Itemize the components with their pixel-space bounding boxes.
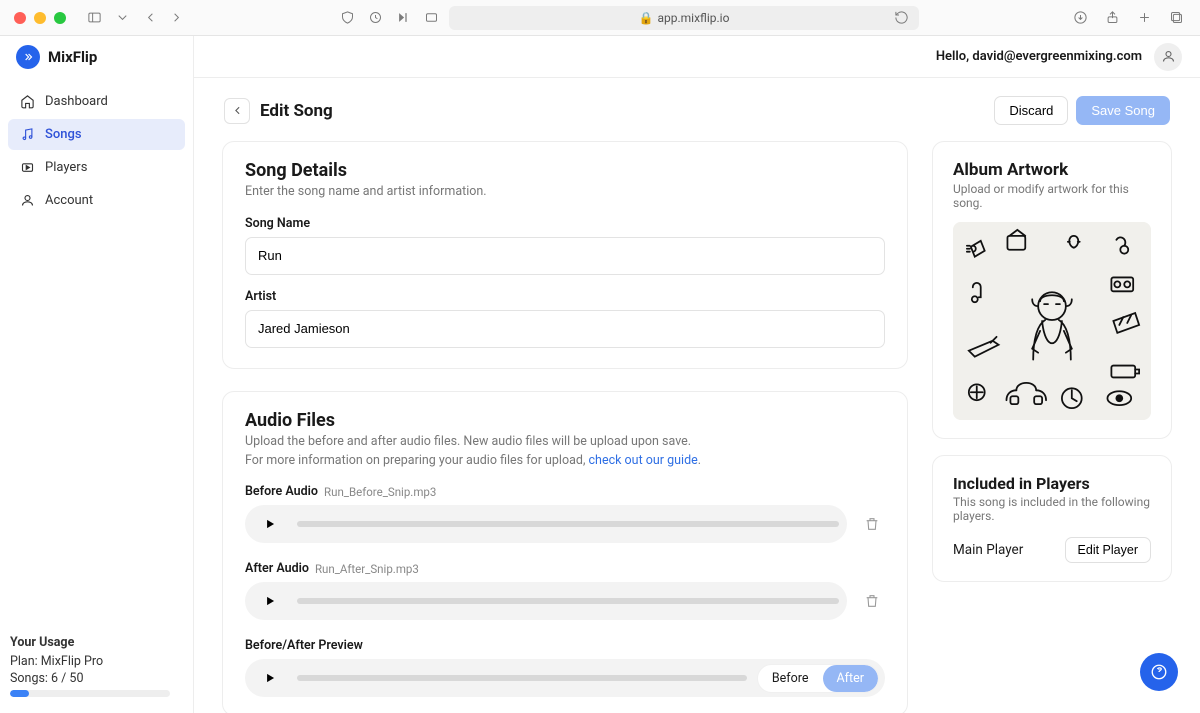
before-audio-label: Before Audio Run_Before_Snip.mp3: [245, 484, 885, 499]
page-title: Edit Song: [260, 101, 333, 121]
refresh-icon[interactable]: [891, 8, 911, 28]
field-label-artist: Artist: [245, 289, 885, 304]
card-heading: Song Details: [245, 160, 885, 181]
song-details-card: Song Details Enter the song name and art…: [222, 141, 908, 369]
share-icon[interactable]: [1102, 8, 1122, 28]
discard-button[interactable]: Discard: [994, 96, 1068, 125]
browser-chrome: 🔒 app.mixflip.io: [0, 0, 1200, 36]
artwork-card: Album Artwork Upload or modify artwork f…: [932, 141, 1172, 439]
toggle-after[interactable]: After: [823, 665, 878, 692]
lock-icon: 🔒: [639, 11, 654, 25]
before-delete[interactable]: [859, 511, 885, 537]
brand: MixFlip: [48, 48, 97, 66]
before-after-toggle: Before After: [757, 664, 879, 693]
logo-icon: [16, 45, 40, 69]
card-sub: This song is included in the following p…: [953, 495, 1151, 523]
artwork-image[interactable]: [953, 222, 1151, 420]
usage-songs: Songs: 6 / 50: [10, 671, 183, 686]
save-button[interactable]: Save Song: [1076, 96, 1170, 125]
main: Hello, david@evergreenmixing.com Edit So…: [194, 36, 1200, 713]
nav-account[interactable]: Account: [8, 185, 185, 216]
before-file: Run_Before_Snip.mp3: [324, 485, 436, 499]
topbar: Hello, david@evergreenmixing.com: [194, 36, 1200, 78]
sidebar-toggle-icon[interactable]: [84, 8, 104, 28]
nav-label: Account: [45, 193, 93, 208]
logo[interactable]: MixFlip: [0, 36, 193, 78]
nav-label: Players: [45, 160, 87, 175]
back-button[interactable]: [224, 98, 250, 124]
player-name: Main Player: [953, 542, 1023, 558]
after-track[interactable]: [297, 598, 839, 604]
after-player: [245, 582, 847, 620]
download-icon[interactable]: [1070, 8, 1090, 28]
usage-bar: [10, 690, 170, 697]
usage-fill: [10, 690, 29, 697]
after-play-button[interactable]: [253, 584, 287, 618]
usage-title: Your Usage: [10, 635, 183, 650]
url-host: app.mixflip.io: [657, 11, 729, 25]
nav-players[interactable]: Players: [8, 152, 185, 183]
card-heading: Album Artwork: [953, 160, 1151, 180]
before-player: [245, 505, 847, 543]
preview-play-button[interactable]: [253, 661, 287, 695]
card-sub: Enter the song name and artist informati…: [245, 183, 885, 202]
address-bar[interactable]: 🔒 app.mixflip.io: [449, 6, 919, 30]
guide-link[interactable]: check out our guide: [589, 453, 698, 468]
shield-icon[interactable]: [337, 8, 357, 28]
song-name-input[interactable]: [245, 237, 885, 275]
chevron-down-icon[interactable]: [112, 8, 132, 28]
preview-track[interactable]: [297, 675, 747, 681]
player-row: Main Player Edit Player: [953, 537, 1151, 563]
card-heading: Audio Files: [245, 410, 885, 431]
nav-dashboard[interactable]: Dashboard: [8, 86, 185, 117]
textsize-icon[interactable]: [421, 8, 441, 28]
tabs-icon[interactable]: [1166, 8, 1186, 28]
window-minimize[interactable]: [34, 12, 46, 24]
nav-label: Songs: [45, 127, 82, 142]
card-heading: Included in Players: [953, 474, 1151, 493]
help-fab[interactable]: [1140, 653, 1178, 691]
back-icon[interactable]: [140, 8, 160, 28]
card-sub: Upload or modify artwork for this song.: [953, 182, 1151, 210]
players-card: Included in Players This song is include…: [932, 455, 1172, 582]
avatar[interactable]: [1154, 43, 1182, 71]
artist-input[interactable]: [245, 310, 885, 348]
edit-player-button[interactable]: Edit Player: [1065, 537, 1151, 563]
audio-files-card: Audio Files Upload the before and after …: [222, 391, 908, 713]
after-audio-label: After Audio Run_After_Snip.mp3: [245, 561, 885, 576]
nav-label: Dashboard: [45, 94, 108, 109]
preview-player: Before After: [245, 659, 885, 697]
usage-plan: Plan: MixFlip Pro: [10, 654, 183, 669]
reader-icon[interactable]: [365, 8, 385, 28]
nav: Dashboard Songs Players Account: [0, 78, 193, 224]
nav-songs[interactable]: Songs: [8, 119, 185, 150]
before-play-button[interactable]: [253, 507, 287, 541]
play-skip-icon[interactable]: [393, 8, 413, 28]
forward-icon[interactable]: [166, 8, 186, 28]
before-track[interactable]: [297, 521, 839, 527]
window-zoom[interactable]: [54, 12, 66, 24]
preview-label: Before/After Preview: [245, 638, 885, 653]
after-delete[interactable]: [859, 588, 885, 614]
field-label-songname: Song Name: [245, 216, 885, 231]
greeting: Hello, david@evergreenmixing.com: [936, 49, 1142, 64]
newtab-icon[interactable]: [1134, 8, 1154, 28]
toggle-before[interactable]: Before: [758, 665, 823, 692]
card-sub: Upload the before and after audio files.…: [245, 433, 885, 471]
window-close[interactable]: [14, 12, 26, 24]
after-file: Run_After_Snip.mp3: [315, 562, 419, 576]
sidebar: MixFlip Dashboard Songs Players Account …: [0, 36, 194, 713]
usage: Your Usage Plan: MixFlip Pro Songs: 6 / …: [0, 625, 193, 713]
traffic-lights: [14, 12, 66, 24]
